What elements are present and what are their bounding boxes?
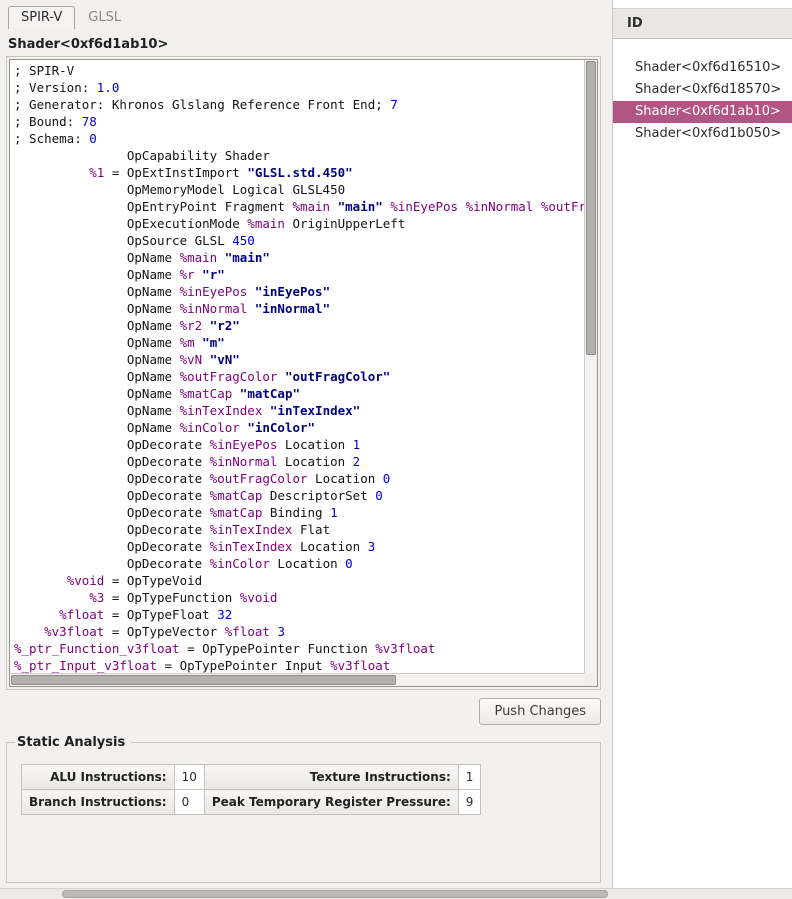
code-line: OpDecorate %inTexIndex Location 3 — [14, 538, 584, 555]
shader-viewer-pane: SPIR-V GLSL Shader<0xf6d1ab10> ; SPIR-V;… — [0, 0, 607, 888]
code-line: OpDecorate %inEyePos Location 1 — [14, 436, 584, 453]
spirv-code-editor[interactable]: ; SPIR-V; Version: 1.0; Generator: Khron… — [9, 59, 598, 687]
code-line: OpEntryPoint Fragment %main "main" %inEy… — [14, 198, 584, 215]
tab-spirv[interactable]: SPIR-V — [8, 6, 75, 29]
analysis-cell-label: Branch Instructions: — [22, 790, 175, 815]
editor-frame: ; SPIR-V; Version: 1.0; Generator: Khron… — [6, 56, 601, 690]
code-line: OpName %inNormal "inNormal" — [14, 300, 584, 317]
list-item[interactable]: Shader<0xf6d1b050> — [613, 123, 792, 145]
code-line: OpName %inEyePos "inEyePos" — [14, 283, 584, 300]
code-line: OpDecorate %outFragColor Location 0 — [14, 470, 584, 487]
analysis-table-row: ALU Instructions:10Texture Instructions:… — [22, 765, 481, 790]
code-line: %_ptr_Function_v3float = OpTypePointer F… — [14, 640, 584, 657]
code-line: OpName %m "m" — [14, 334, 584, 351]
code-line: OpName %inTexIndex "inTexIndex" — [14, 402, 584, 419]
code-line: %void = OpTypeVoid — [14, 572, 584, 589]
code-line: OpName %outFragColor "outFragColor" — [14, 368, 584, 385]
analysis-cell-value: 1 — [458, 765, 481, 790]
analysis-table: ALU Instructions:10Texture Instructions:… — [21, 764, 481, 815]
code-line: %1 = OpExtInstImport "GLSL.std.450" — [14, 164, 584, 181]
tab-glsl[interactable]: GLSL — [75, 6, 134, 29]
id-column-header[interactable]: ID — [613, 8, 792, 39]
code-line: ; Version: 1.0 — [14, 79, 584, 96]
code-line: %v3float = OpTypeVector %float 3 — [14, 623, 584, 640]
code-line: OpName %inColor "inColor" — [14, 419, 584, 436]
analysis-cell-value: 0 — [174, 790, 204, 815]
list-item[interactable]: Shader<0xf6d16510> — [613, 57, 792, 79]
code-line: OpSource GLSL 450 — [14, 232, 584, 249]
pane-splitter[interactable] — [601, 0, 612, 888]
analysis-cell-value: 10 — [174, 765, 204, 790]
code-line: ; SPIR-V — [14, 62, 584, 79]
code-line: ; Bound: 78 — [14, 113, 584, 130]
editor-button-row: Push Changes — [6, 698, 601, 725]
code-line: OpDecorate %matCap Binding 1 — [14, 504, 584, 521]
code-line: ; Generator: Khronos Glslang Reference F… — [14, 96, 584, 113]
code-line: OpName %r "r" — [14, 266, 584, 283]
push-changes-button[interactable]: Push Changes — [479, 698, 601, 725]
code-line: OpDecorate %inNormal Location 2 — [14, 453, 584, 470]
code-line: OpDecorate %inColor Location 0 — [14, 555, 584, 572]
analysis-cell-label: Peak Temporary Register Pressure: — [204, 790, 458, 815]
list-item[interactable]: Shader<0xf6d1ab10> — [613, 101, 792, 123]
code-line: OpName %vN "vN" — [14, 351, 584, 368]
window-horizontal-scrollbar-thumb[interactable] — [62, 890, 608, 898]
analysis-table-row: Branch Instructions:0Peak Temporary Regi… — [22, 790, 481, 815]
code-line: OpCapability Shader — [14, 147, 584, 164]
editor-vertical-scrollbar-thumb[interactable] — [586, 61, 596, 355]
editor-vertical-scrollbar[interactable] — [584, 60, 597, 673]
shader-list: Shader<0xf6d16510>Shader<0xf6d18570>Shad… — [613, 39, 792, 145]
code-line: OpDecorate %matCap DescriptorSet 0 — [14, 487, 584, 504]
code-line: OpExecutionMode %main OriginUpperLeft — [14, 215, 584, 232]
code-line: %_ptr_Input_v3float = OpTypePointer Inpu… — [14, 657, 584, 673]
analysis-table-body: ALU Instructions:10Texture Instructions:… — [22, 765, 481, 815]
static-analysis-title: Static Analysis — [15, 735, 131, 750]
code-line: %3 = OpTypeFunction %void — [14, 589, 584, 606]
code-line: %float = OpTypeFloat 32 — [14, 606, 584, 623]
editor-horizontal-scrollbar[interactable] — [10, 673, 584, 686]
analysis-cell-label: Texture Instructions: — [204, 765, 458, 790]
code-line: OpMemoryModel Logical GLSL450 — [14, 181, 584, 198]
code-line: OpName %main "main" — [14, 249, 584, 266]
code-content[interactable]: ; SPIR-V; Version: 1.0; Generator: Khron… — [10, 60, 584, 673]
code-line: OpName %r2 "r2" — [14, 317, 584, 334]
list-item[interactable]: Shader<0xf6d18570> — [613, 79, 792, 101]
code-line: OpName %matCap "matCap" — [14, 385, 584, 402]
code-line: OpDecorate %inTexIndex Flat — [14, 521, 584, 538]
analysis-cell-value: 9 — [458, 790, 481, 815]
window-horizontal-scrollbar[interactable] — [0, 888, 792, 899]
analysis-cell-label: ALU Instructions: — [22, 765, 175, 790]
shader-title-label: Shader<0xf6d1ab10> — [8, 37, 601, 52]
shader-id-pane: ID Shader<0xf6d16510>Shader<0xf6d18570>S… — [612, 0, 792, 888]
static-analysis-group: Static Analysis ALU Instructions:10Textu… — [6, 735, 601, 883]
shader-tabbar: SPIR-V GLSL — [8, 6, 601, 29]
code-line: ; Schema: 0 — [14, 130, 584, 147]
editor-horizontal-scrollbar-thumb[interactable] — [11, 675, 396, 685]
scrollbar-corner — [584, 673, 597, 686]
